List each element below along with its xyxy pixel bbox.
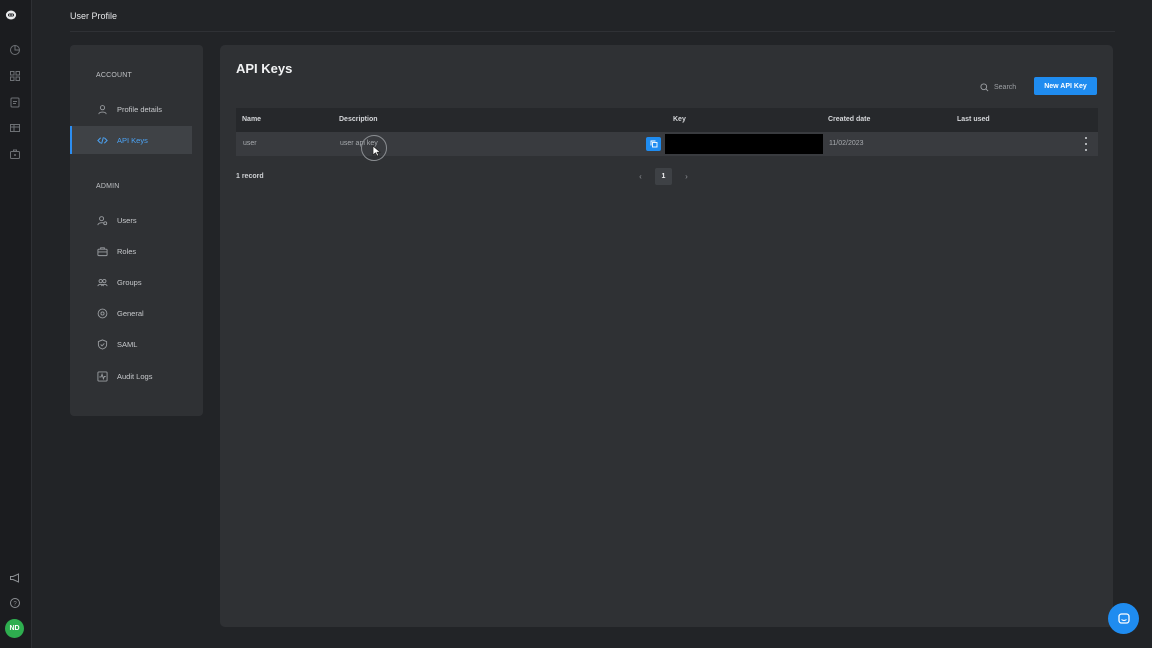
svg-text:?: ? <box>13 601 17 607</box>
help-icon[interactable]: ? <box>8 596 22 610</box>
shield-icon <box>96 338 108 350</box>
api-key-value-redacted <box>665 134 823 154</box>
admin-heading: ADMIN <box>96 183 120 190</box>
column-header-last-used[interactable]: Last used <box>957 116 990 123</box>
copy-key-button[interactable] <box>646 137 661 151</box>
nav-item-api-keys[interactable]: API Keys <box>70 126 192 154</box>
nav-item-roles[interactable]: Roles <box>70 237 190 265</box>
table-icon[interactable] <box>8 121 22 135</box>
nav-item-profile-details[interactable]: Profile details <box>70 95 190 123</box>
record-count: 1 record <box>236 173 264 180</box>
column-header-name[interactable]: Name <box>242 116 261 123</box>
briefcase-icon <box>96 245 108 257</box>
users-settings-icon <box>96 214 108 226</box>
search-input[interactable]: Search <box>980 80 1016 94</box>
user-avatar[interactable]: ND <box>5 619 24 638</box>
nav-item-label: General <box>117 308 144 318</box>
activity-icon <box>96 370 108 382</box>
nav-item-label: API Keys <box>117 135 148 145</box>
cell-created-date: 11/02/2023 <box>829 140 864 147</box>
nav-item-audit-logs[interactable]: Audit Logs <box>70 362 190 390</box>
api-keys-panel: API Keys Search New API Key Name Descrip… <box>220 45 1113 627</box>
nav-item-label: Roles <box>117 246 137 256</box>
user-icon <box>96 103 108 115</box>
prev-page-button[interactable]: ‹ <box>632 172 649 181</box>
cell-name: user <box>243 140 257 147</box>
nav-item-users[interactable]: Users <box>70 206 190 234</box>
settings-nav-panel: ACCOUNT Profile details API Keys ADMIN U… <box>70 45 203 416</box>
column-header-created-date[interactable]: Created date <box>828 116 870 123</box>
new-api-key-button[interactable]: New API Key <box>1034 77 1097 95</box>
account-heading: ACCOUNT <box>96 72 133 79</box>
mouse-cursor-icon <box>372 145 382 157</box>
megaphone-icon[interactable] <box>8 571 22 585</box>
column-header-description[interactable]: Description <box>339 116 378 123</box>
page-title: API Keys <box>236 61 293 76</box>
nav-item-label: Users <box>117 215 137 225</box>
page-header-title: User Profile <box>70 11 118 21</box>
chat-support-button[interactable] <box>1108 603 1139 634</box>
app-logo-icon[interactable] <box>5 8 25 26</box>
nav-item-label: SAML <box>117 339 138 349</box>
search-icon <box>980 82 989 91</box>
groups-icon <box>96 276 108 288</box>
column-header-key[interactable]: Key <box>673 116 686 123</box>
chat-icon <box>1117 612 1130 624</box>
nav-item-groups[interactable]: Groups <box>70 268 190 296</box>
clipboard-icon[interactable] <box>8 95 22 109</box>
row-menu-icon[interactable] <box>1082 137 1090 151</box>
dashboard-icon[interactable] <box>8 43 22 57</box>
code-icon <box>96 134 108 146</box>
nav-item-label: Groups <box>117 277 142 287</box>
grid-icon[interactable] <box>8 69 22 83</box>
nav-item-saml[interactable]: SAML <box>70 330 190 358</box>
icon-rail: ? ND <box>0 0 32 648</box>
copy-icon <box>650 140 657 148</box>
pagination: ‹ 1 › <box>632 168 695 185</box>
briefcase-icon[interactable] <box>8 147 22 161</box>
page-number-button[interactable]: 1 <box>655 168 672 185</box>
header-divider <box>70 31 1115 32</box>
search-label: Search <box>994 83 1017 91</box>
nav-item-label: Audit Logs <box>117 371 153 381</box>
next-page-button[interactable]: › <box>678 172 695 181</box>
table-header: Name Description Key Created date Last u… <box>236 108 1098 132</box>
settings-icon <box>96 307 108 319</box>
nav-item-general[interactable]: General <box>70 299 190 327</box>
nav-item-label: Profile details <box>117 104 163 114</box>
